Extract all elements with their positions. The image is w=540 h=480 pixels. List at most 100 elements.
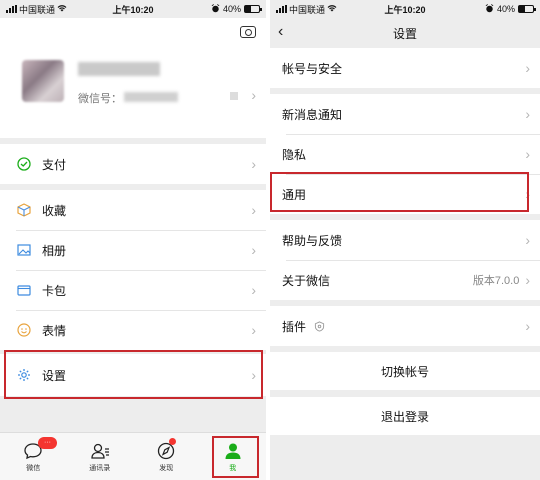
tab-label: 发现	[159, 464, 174, 472]
camera-icon[interactable]	[240, 26, 256, 38]
battery-percent: 40%	[496, 4, 515, 14]
settings-item-about[interactable]: 关于微信 版本7.0.0 ›	[270, 260, 540, 300]
chevron-right-icon: ›	[251, 322, 256, 338]
about-group: 帮助与反馈 › 关于微信 版本7.0.0 ›	[270, 220, 540, 300]
tab-chats[interactable]: ··· 微信	[0, 433, 67, 480]
menu-item-label: 表情	[42, 323, 67, 338]
carrier-label: 中国联通	[289, 4, 326, 15]
profile-card[interactable]: 微信号： ›	[0, 18, 266, 138]
chevron-right-icon: ›	[525, 272, 530, 288]
logout-button[interactable]: 退出登录	[270, 397, 540, 435]
switch-account-label: 切换帐号	[380, 364, 429, 379]
switch-account-button[interactable]: 切换帐号	[270, 352, 540, 390]
settings-item-account-security[interactable]: 帐号与安全 ›	[270, 48, 540, 88]
settings-item-label: 关于微信	[282, 273, 331, 288]
avatar[interactable]	[22, 60, 64, 102]
chevron-right-icon: ›	[251, 87, 256, 103]
new-dot-badge	[169, 438, 176, 445]
battery-icon	[244, 5, 262, 13]
general-group: 新消息通知 › 隐私 › 通用 ›	[270, 94, 540, 214]
settings-item-label: 帮助与反馈	[282, 233, 343, 248]
settings-item-privacy[interactable]: 隐私 ›	[270, 134, 540, 174]
menu-item-label: 支付	[42, 157, 67, 172]
chevron-right-icon: ›	[525, 318, 530, 334]
chevron-right-icon: ›	[251, 156, 256, 172]
settings-item-label: 插件	[282, 319, 307, 334]
person-icon	[222, 441, 244, 461]
card-wallet-icon	[16, 282, 32, 298]
unread-badge: ···	[38, 437, 57, 449]
switch-account-group: 切换帐号	[270, 352, 540, 390]
menu-item-cards[interactable]: 卡包 ›	[0, 270, 266, 310]
tab-label: 我	[229, 464, 237, 472]
status-bar: 中国联通 上午10:20 40%	[0, 0, 266, 18]
menu-item-label: 卡包	[42, 283, 67, 298]
signal-icon	[6, 5, 17, 13]
settings-item-label: 帐号与安全	[282, 61, 343, 76]
menu-item-stickers[interactable]: 表情 ›	[0, 310, 266, 350]
sticker-smile-icon	[16, 322, 32, 338]
me-screen: 中国联通 上午10:20 40% 微信号： › 支付 › 收藏 › 相册 › 卡…	[0, 0, 266, 480]
nav-bar: ‹ 设置	[270, 18, 540, 48]
settings-item-help-feedback[interactable]: 帮助与反馈 ›	[270, 220, 540, 260]
menu-item-favorites[interactable]: 收藏 ›	[0, 190, 266, 230]
menu-item-settings[interactable]: 设置 ›	[0, 354, 266, 396]
account-group: 帐号与安全 ›	[270, 48, 540, 88]
plugin-shield-icon	[314, 320, 525, 332]
wechat-id-label: 微信号：	[78, 93, 122, 105]
qr-code-icon[interactable]	[230, 92, 238, 100]
chevron-right-icon: ›	[251, 367, 256, 383]
chevron-right-icon: ›	[525, 232, 530, 248]
logout-label: 退出登录	[380, 409, 429, 424]
menu-item-label: 相册	[42, 243, 67, 258]
tab-label: 通讯录	[89, 464, 111, 472]
status-bar: 中国联通 上午10:20 40%	[270, 0, 540, 18]
menu-item-pay[interactable]: 支付 ›	[0, 144, 266, 184]
battery-percent: 40%	[222, 4, 241, 14]
gear-icon	[16, 367, 32, 383]
battery-icon	[518, 5, 536, 13]
plugins-group: 插件 ›	[270, 306, 540, 346]
album-icon	[16, 242, 32, 258]
chevron-right-icon: ›	[525, 106, 530, 122]
settings-item-label: 通用	[282, 187, 307, 202]
tab-label: 微信	[26, 464, 41, 472]
chevron-right-icon: ›	[525, 186, 530, 202]
menu-item-label: 设置	[42, 368, 67, 383]
menu-item-label: 收藏	[42, 203, 67, 218]
contacts-icon	[89, 441, 111, 461]
alarm-icon	[211, 3, 220, 15]
chevron-right-icon: ›	[251, 202, 256, 218]
signal-icon	[276, 5, 287, 13]
tab-me[interactable]: 我	[200, 433, 267, 480]
settings-item-plugins[interactable]: 插件 ›	[270, 306, 540, 346]
pay-icon	[16, 156, 32, 172]
tab-discover[interactable]: 发现	[133, 433, 200, 480]
chevron-right-icon: ›	[251, 282, 256, 298]
wifi-icon	[327, 4, 337, 14]
settings-item-label: 隐私	[282, 147, 307, 162]
settings-item-label: 新消息通知	[282, 107, 343, 122]
settings-item-new-message-notify[interactable]: 新消息通知 ›	[270, 94, 540, 134]
favorites-icon	[16, 202, 32, 218]
bottom-tab-bar: ··· 微信 通讯录 发现 我	[0, 432, 266, 480]
wechat-id-blurred	[124, 92, 178, 102]
chevron-right-icon: ›	[525, 146, 530, 162]
alarm-icon	[485, 3, 494, 15]
chevron-right-icon: ›	[251, 242, 256, 258]
settings-group: 设置 ›	[0, 354, 266, 396]
settings-item-general[interactable]: 通用 ›	[270, 174, 540, 214]
wifi-icon	[57, 4, 67, 14]
menu-item-album[interactable]: 相册 ›	[0, 230, 266, 270]
nickname-blurred	[78, 62, 160, 76]
carrier-label: 中国联通	[19, 4, 56, 15]
pay-group: 支付 ›	[0, 144, 266, 184]
version-text: 版本7.0.0	[472, 275, 520, 287]
page-title: 设置	[392, 26, 417, 41]
chevron-right-icon: ›	[525, 60, 530, 76]
back-arrow-icon[interactable]: ‹	[278, 24, 283, 40]
logout-group: 退出登录	[270, 397, 540, 435]
settings-screen: 中国联通 上午10:20 40% ‹ 设置 帐号与安全 › 新消息通知 › 隐私…	[270, 0, 540, 480]
tab-contacts[interactable]: 通讯录	[67, 433, 134, 480]
features-group: 收藏 › 相册 › 卡包 › 表情 ›	[0, 190, 266, 350]
